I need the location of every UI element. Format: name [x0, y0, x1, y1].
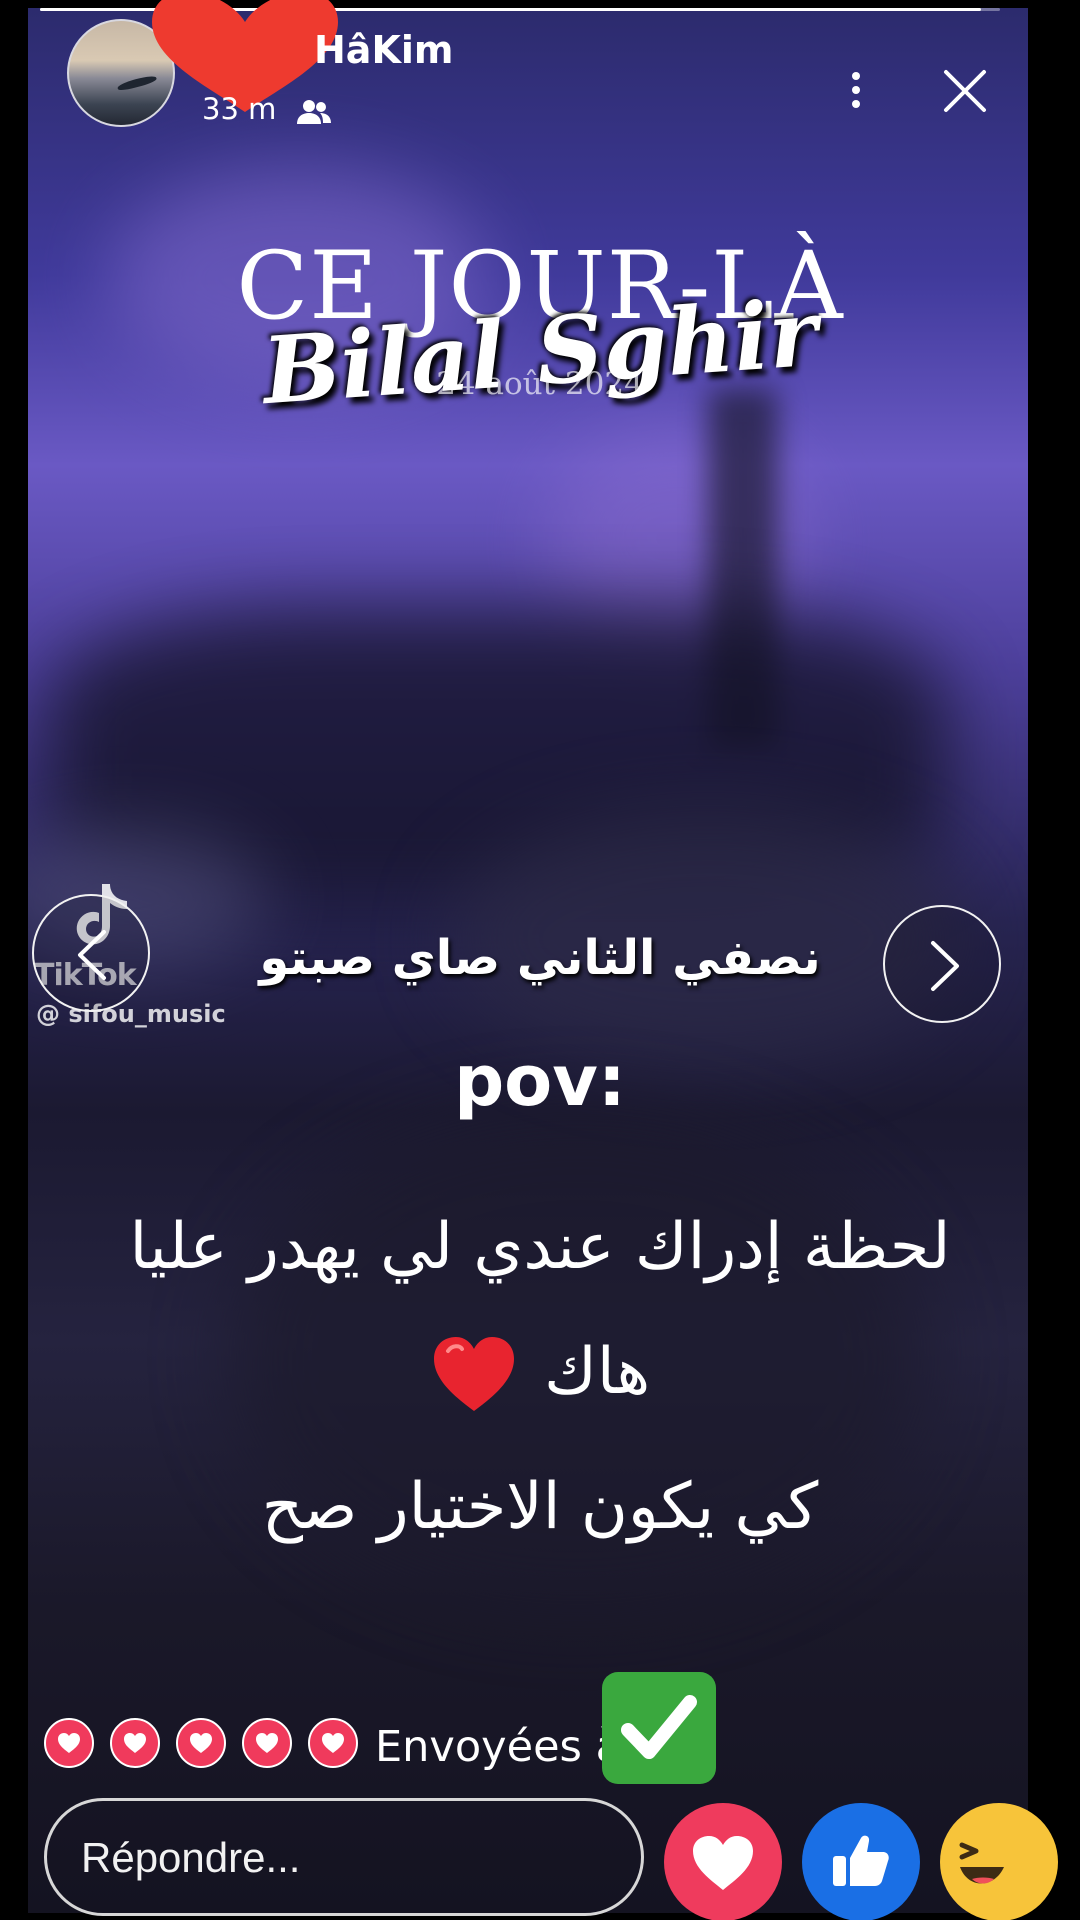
quick-haha-button[interactable] [940, 1803, 1058, 1920]
memory-date: 24 août 2024 [436, 366, 644, 402]
story-timestamp: 33 m [202, 92, 277, 126]
check-mark-emoji-icon [602, 1672, 716, 1784]
heart-icon [176, 1718, 226, 1768]
story-text-line-2: هاك [0, 1335, 1080, 1415]
heart-icon [242, 1718, 292, 1768]
haha-icon [959, 1842, 1004, 1884]
quick-love-button[interactable] [664, 1803, 782, 1920]
story-text-line-1: لحظة إدراك عندي لي يهدر عليا [129, 1210, 951, 1284]
lyric-text: نصفي الثاني صاي صبتو [259, 930, 821, 986]
friends-icon [297, 100, 331, 124]
story-text-line-3: كي يكون الاختيار صح [261, 1470, 819, 1544]
close-icon[interactable] [942, 68, 988, 114]
reply-box[interactable] [44, 1798, 644, 1916]
like-icon [833, 1835, 889, 1886]
heart-icon [44, 1718, 94, 1768]
quick-like-button[interactable] [802, 1803, 920, 1920]
reply-input[interactable] [81, 1835, 601, 1881]
pov-label: pov: [454, 1040, 626, 1122]
story-author-name[interactable]: HâKim [314, 28, 454, 72]
more-vertical-icon[interactable] [850, 70, 862, 110]
love-icon [693, 1836, 753, 1890]
red-heart-emoji-icon [433, 1337, 514, 1412]
story-viewer: HâKim 33 m CE JOUR-LÀ Bilal Sghir 24 aoû… [0, 0, 1080, 1920]
story-text-line-2-words: هاك [544, 1335, 651, 1409]
heart-icon [308, 1718, 358, 1768]
sent-to-label[interactable]: Envoyées à [375, 1722, 622, 1772]
heart-icon [110, 1718, 160, 1768]
